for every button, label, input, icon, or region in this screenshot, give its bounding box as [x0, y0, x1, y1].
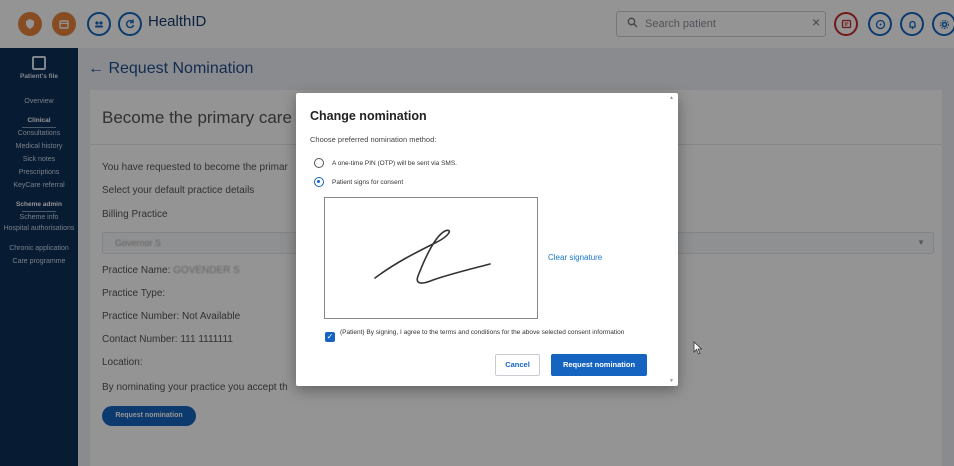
cancel-button[interactable]: Cancel [495, 354, 540, 376]
consent-label: (Patient) By signing, I agree to the ter… [340, 329, 625, 336]
patient-sign-radio[interactable] [314, 177, 324, 187]
scroll-down-icon[interactable]: ▼ [669, 378, 674, 384]
signature-drawing [374, 229, 491, 284]
otp-radio-label[interactable]: A one-time PIN (OTP) will be sent via SM… [332, 160, 457, 167]
patient-sign-radio-label[interactable]: Patient signs for consent [332, 179, 403, 186]
dialog-title: Change nomination [310, 109, 427, 123]
clear-signature-link[interactable]: Clear signature [548, 253, 602, 262]
otp-radio[interactable] [314, 158, 324, 168]
change-nomination-dialog: Change nomination Choose preferred nomin… [296, 93, 678, 386]
signature-pad[interactable] [324, 197, 538, 319]
dialog-subtitle: Choose preferred nomination method: [310, 135, 437, 144]
consent-checkbox[interactable]: ✓ [325, 332, 335, 342]
mouse-cursor-icon [693, 341, 703, 360]
request-nomination-dialog-button[interactable]: Request nomination [551, 354, 647, 376]
scroll-up-icon[interactable]: ▲ [669, 95, 674, 101]
